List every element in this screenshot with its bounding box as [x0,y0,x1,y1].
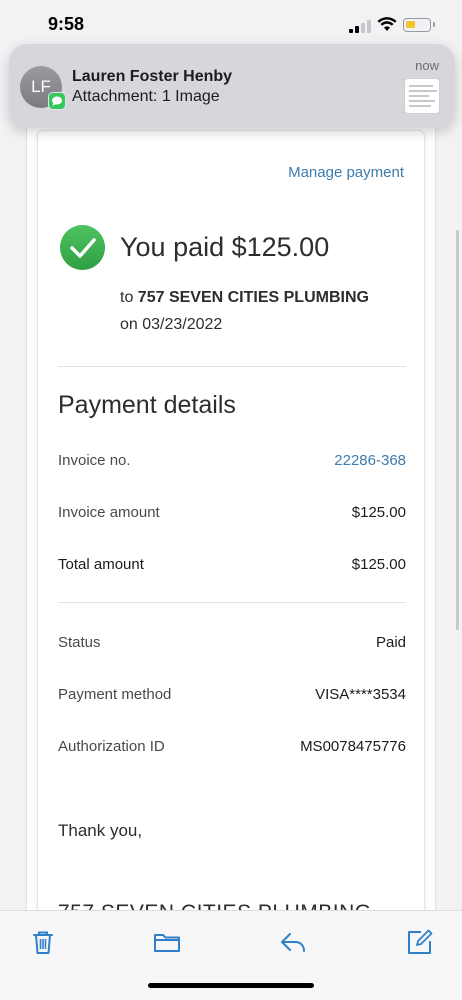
status-row: Status Paid [58,634,406,656]
divider [58,602,406,603]
section-title: Payment details [58,391,236,419]
attachment-thumbnail [404,78,440,114]
notification-body: Attachment: 1 Image [72,88,220,105]
checkmark-icon [60,225,105,270]
to-prefix: to [120,289,134,306]
trash-icon[interactable] [28,927,58,957]
detail-value: $125.00 [351,556,406,573]
detail-row-total-amount: Total amount $125.00 [58,556,406,578]
folder-icon[interactable] [152,927,182,957]
battery-icon [403,18,435,32]
compose-icon[interactable] [404,927,434,957]
reply-icon[interactable] [278,927,308,957]
message-notification[interactable]: LF Lauren Foster Henby Attachment: 1 Ima… [9,44,455,128]
status-label: Status [58,634,101,651]
authorization-id-row: Authorization ID MS0078475776 [58,738,406,760]
payment-method-label: Payment method [58,686,172,703]
authorization-id-value: MS0078475776 [300,738,406,755]
payment-date-line: on 03/23/2022 [120,316,222,334]
authorization-id-label: Authorization ID [58,738,165,755]
payment-date: 03/23/2022 [142,316,223,333]
invoice-number-link[interactable]: 22286-368 [334,452,406,469]
detail-row-invoice-amount: Invoice amount $125.00 [58,504,406,526]
status-bar: 9:58 [0,0,462,48]
clock: 9:58 [48,14,85,34]
date-prefix: on [120,316,138,333]
detail-label: Total amount [58,556,144,573]
payment-receipt-card: Manage payment You paid $125.00 to 757 S… [37,130,425,950]
home-indicator[interactable] [148,983,314,988]
scrollbar[interactable] [456,230,459,630]
detail-value: $125.00 [351,504,406,521]
notification-sender: Lauren Foster Henby [72,68,233,85]
closing-text: Thank you, [58,821,143,840]
wifi-icon [377,17,397,31]
status-value: Paid [375,634,406,651]
payment-method-row: Payment method VISA****3534 [58,686,406,708]
detail-label: Invoice no. [58,452,131,469]
cellular-signal-icon [349,20,371,33]
manage-payment-link[interactable]: Manage payment [288,164,404,181]
messages-app-icon [48,92,66,110]
notification-time: now [415,58,439,73]
payment-headline: You paid $125.00 [120,232,330,262]
payee-line: to 757 SEVEN CITIES PLUMBING [120,289,369,307]
payment-method-value: VISA****3534 [315,686,406,703]
detail-row-invoice-no: Invoice no. 22286-368 [58,452,406,474]
divider [58,366,406,367]
payee-name: 757 SEVEN CITIES PLUMBING [137,289,369,306]
detail-label: Invoice amount [58,504,160,521]
